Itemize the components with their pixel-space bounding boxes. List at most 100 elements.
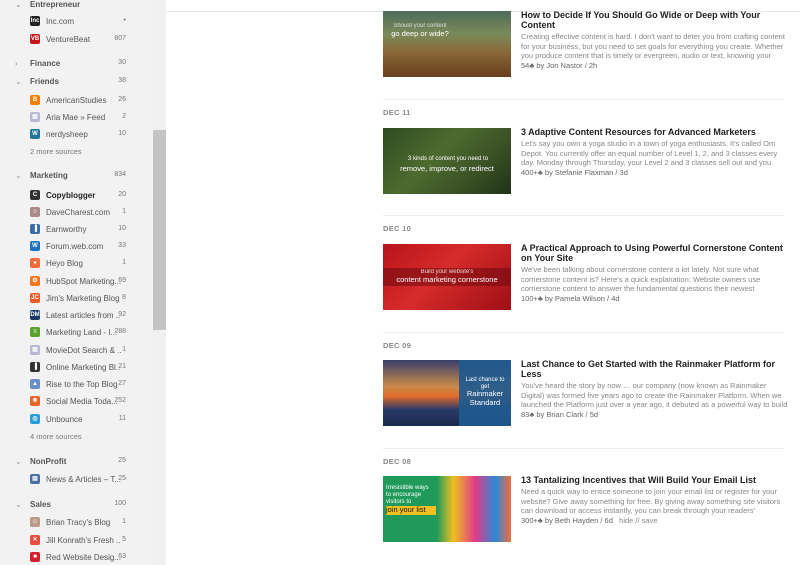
dm-icon: DM	[30, 310, 40, 320]
chevron-right-icon[interactable]: ›	[15, 59, 18, 68]
sidebar-source-item[interactable]: ▲ Rise to the Top Blog 27	[0, 379, 153, 391]
sidebar-source-item[interactable]: ● Heyo Blog 1	[0, 258, 153, 270]
article-summary: Need a quick way to entice someone to jo…	[521, 487, 781, 515]
sidebar-source-item[interactable]: ≡ Marketing Land - I... 288	[0, 327, 153, 339]
sidebar-source-label: Copyblogger	[46, 191, 96, 200]
blogger-icon: B	[30, 95, 40, 105]
sidebar-source-item[interactable]: ☺ Brian Tracy's Blog 1	[0, 517, 153, 529]
article-item[interactable]: How to Decide If You Should Go Wide or D…	[521, 10, 791, 70]
sidebar-source-item[interactable]: VB VentureBeat 807	[0, 34, 153, 46]
sidebar-scrollbar-thumb[interactable]	[153, 130, 166, 330]
sidebar-source-label: Heyo Blog	[46, 259, 83, 268]
engagement-count: 54♣	[521, 60, 535, 70]
sidebar-source-label: Inc.com	[46, 17, 75, 26]
chevron-down-icon[interactable]: ⌄	[15, 171, 22, 180]
article-item[interactable]: 3 Adaptive Content Resources for Advance…	[521, 127, 791, 177]
sidebar-source-item[interactable]: ◎ Unbounce 11	[0, 414, 153, 426]
sidebar-category-sales[interactable]: ⌄ Sales 100	[0, 500, 153, 512]
avatar-icon: ☺	[30, 517, 40, 527]
sidebar-source-item[interactable]: C Copyblogger 20	[0, 190, 153, 202]
thumbnail-headline: join your list	[386, 505, 436, 515]
copyblogger-icon: C	[30, 190, 40, 200]
sidebar-category-count: 38	[118, 77, 126, 84]
sidebar-source-item[interactable]: ▤ News & Articles – T... 25	[0, 474, 153, 486]
article-title[interactable]: How to Decide If You Should Go Wide or D…	[521, 10, 791, 30]
engagement-count: 100+♣	[521, 293, 543, 303]
engagement-count: 83♣	[521, 409, 535, 419]
sidebar-source-item[interactable]: Inc Inc.com •	[0, 16, 153, 28]
sidebar-source-label: Online Marketing Bl...	[46, 363, 121, 372]
article-byline: by Brian Clark / 5d	[536, 409, 599, 419]
article-item[interactable]: A Practical Approach to Using Powerful C…	[521, 243, 791, 303]
sidebar-source-item[interactable]: ✸ Social Media Toda... 252	[0, 396, 153, 408]
more-sources-link[interactable]: 2 more sources	[30, 147, 82, 156]
sidebar-source-label: VentureBeat	[46, 35, 91, 44]
article-thumbnail[interactable]: Last chance to get Rainmaker Standard	[383, 360, 511, 426]
article-thumbnail[interactable]: Should your content go deep or wide?	[383, 11, 511, 77]
sidebar-category-friends[interactable]: ⌄ Friends 38	[0, 77, 153, 89]
article-item[interactable]: Last Chance to Get Started with the Rain…	[521, 359, 791, 419]
sidebar-category-count: 834	[114, 171, 126, 178]
sidebar-category-marketing[interactable]: ⌄ Marketing 834	[0, 171, 153, 183]
sidebar-source-item[interactable]: ▐ Online Marketing Bl... 21	[0, 362, 153, 374]
sidebar-source-label: Jill Konrath's Fresh ...	[46, 536, 121, 545]
web-icon: W	[30, 241, 40, 251]
sidebar-source-count: 92	[118, 311, 126, 318]
sidebar-category-finance[interactable]: › Finance 30	[0, 59, 153, 71]
inc-icon: Inc	[30, 16, 40, 26]
wifi-icon: ≡	[30, 327, 40, 337]
hide-save-actions[interactable]: hide // save	[619, 516, 657, 525]
article-meta: 83♣ by Brian Clark / 5d	[521, 410, 791, 419]
sidebar-source-count: 63	[118, 553, 126, 560]
sidebar-source-item[interactable]: W Forum.web.com 33	[0, 241, 153, 253]
chevron-down-icon[interactable]: ⌄	[15, 500, 22, 509]
engagement-count: 400+♣	[521, 167, 543, 177]
sidebar-source-count: 288	[114, 328, 126, 335]
chevron-down-icon[interactable]: ⌄	[15, 0, 22, 9]
sidebar-source-item[interactable]: B AmericanStudies 26	[0, 95, 153, 107]
thumbnail-overline: Irresistible ways to encourage visitors …	[386, 485, 429, 505]
sidebar-source-item[interactable]: ▤ MovieDot Search & ... 1	[0, 345, 153, 357]
hubspot-icon: ⚙	[30, 276, 40, 286]
thumbnail-headline: go deep or wide?	[391, 29, 449, 38]
red-icon: ■	[30, 552, 40, 562]
sidebar-source-count: 1	[122, 346, 126, 353]
article-thumbnail[interactable]: Irresistible ways to encourage visitors …	[383, 476, 511, 542]
sidebar-category-nonprofit[interactable]: ⌄ NonProfit 25	[0, 457, 153, 469]
sidebar-source-item[interactable]: ▐ Earnworthy 10	[0, 224, 153, 236]
date-header: DEC 08	[383, 457, 412, 466]
sidebar-source-item[interactable]: JC Jim's Marketing Blog 8	[0, 293, 153, 305]
sidebar-category-count: 30	[118, 59, 126, 66]
jk-icon: ✕	[30, 535, 40, 545]
chevron-down-icon[interactable]: ⌄	[15, 77, 22, 86]
sidebar-source-count: 25	[118, 475, 126, 482]
article-thumbnail[interactable]: 3 kinds of content you need to remove, im…	[383, 128, 511, 194]
sidebar-source-item[interactable]: ☺ DaveCharest.com 1	[0, 207, 153, 219]
date-header: DEC 09	[383, 341, 412, 350]
thumbnail-headline: content marketing cornerstone	[396, 275, 498, 284]
sidebar-source-item[interactable]: ✕ Jill Konrath's Fresh ... 5	[0, 535, 153, 547]
more-sources-link[interactable]: 4 more sources	[30, 432, 82, 441]
sidebar-source-item[interactable]: DM Latest articles from ... 92	[0, 310, 153, 322]
article-thumbnail[interactable]: Build your website's content marketing co…	[383, 244, 511, 310]
article-title[interactable]: 13 Tantalizing Incentives that Will Buil…	[521, 475, 791, 485]
sidebar-source-label: News & Articles – T...	[46, 475, 121, 484]
sidebar-source-item[interactable]: ⚙ HubSpot Marketing... 69	[0, 276, 153, 288]
sidebar-source-count: 69	[118, 277, 126, 284]
article-title[interactable]: 3 Adaptive Content Resources for Advance…	[521, 127, 791, 137]
sidebar-source-count: 10	[118, 130, 126, 137]
sidebar-source-item[interactable]: ■ Red Website Desig... 63	[0, 552, 153, 564]
omb-icon: ▐	[30, 362, 40, 372]
sidebar-source-label: Aria Mae » Feed	[46, 113, 106, 122]
sidebar-category-entrepreneur[interactable]: ⌄ Entrepreneur	[0, 0, 153, 12]
sidebar-source-item[interactable]: ▤ Aria Mae » Feed 2	[0, 112, 153, 124]
sidebar-source-count: •	[123, 17, 126, 24]
article-item[interactable]: 13 Tantalizing Incentives that Will Buil…	[521, 475, 791, 525]
article-title[interactable]: A Practical Approach to Using Powerful C…	[521, 243, 791, 263]
sidebar-source-count: 1	[122, 259, 126, 266]
article-title[interactable]: Last Chance to Get Started with the Rain…	[521, 359, 791, 379]
sidebar-source-item[interactable]: Wnerdysheep 10	[0, 129, 153, 141]
sidebar-category-count: 100	[114, 500, 126, 507]
article-divider	[383, 99, 784, 100]
chevron-down-icon[interactable]: ⌄	[15, 457, 22, 466]
